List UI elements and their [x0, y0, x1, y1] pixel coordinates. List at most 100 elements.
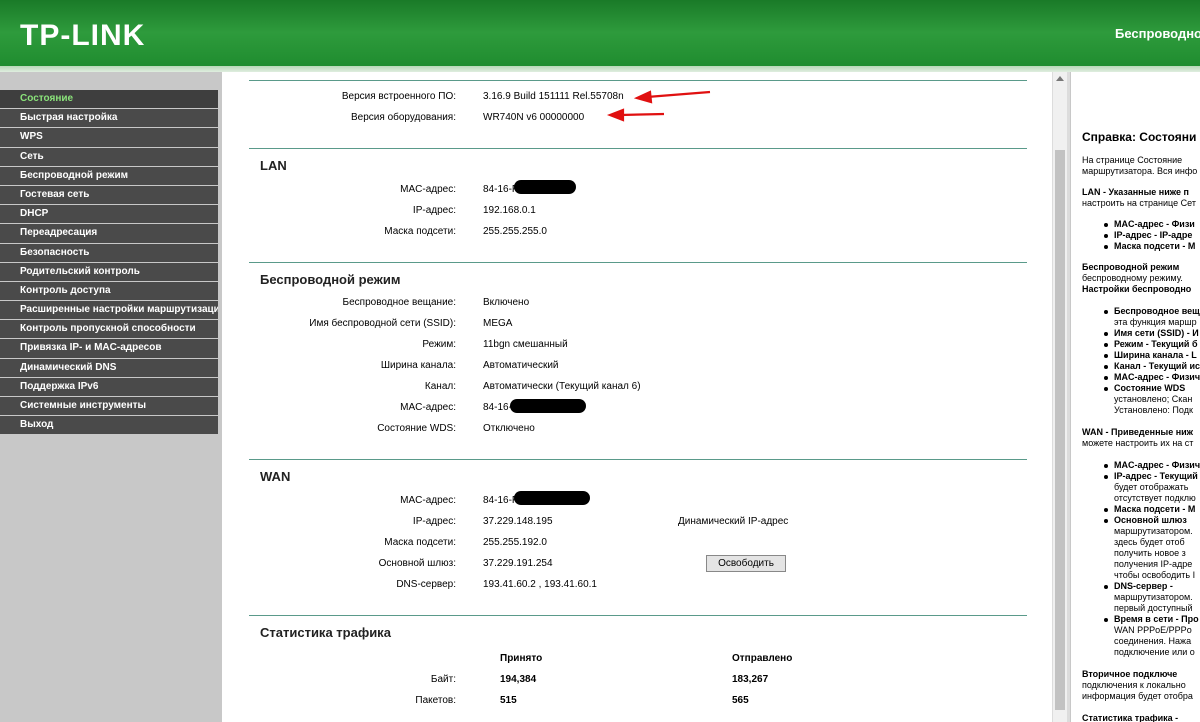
bullet-icon	[1104, 365, 1108, 369]
sidebar-item[interactable]: Привязка IP- и MAC-адресов	[0, 339, 218, 358]
help-text-line: WAN - Приведенные ниж	[1082, 427, 1194, 437]
traffic-section-title: Статистика трафика	[260, 625, 391, 640]
traffic-packets-received: 515	[500, 695, 517, 706]
wan-mac-value: 84-16-F	[483, 495, 519, 506]
wan-gateway-label: Основной шлюз:	[378, 558, 456, 569]
traffic-packets-sent: 565	[732, 695, 749, 706]
wan-ip-type: Динамический IP-адрес	[678, 516, 789, 527]
bullet-icon	[1104, 464, 1108, 468]
wireless-wds-label: Состояние WDS:	[377, 423, 456, 434]
bullet-icon	[1104, 376, 1108, 380]
help-text-line: MAC-адрес - Физич	[1114, 372, 1200, 382]
bullet-icon	[1104, 475, 1108, 479]
redaction-mark	[514, 491, 590, 505]
bullet-icon	[1104, 223, 1108, 227]
traffic-received-header: Принято	[500, 653, 543, 664]
lan-mask-value: 255.255.255.0	[483, 226, 547, 237]
help-text-line: соединения. Нажа	[1114, 636, 1192, 646]
help-text-line: подключение или о	[1114, 647, 1195, 657]
help-text-line: Статистика трафика -	[1082, 713, 1179, 722]
help-text-line: IP-адрес - Текущий	[1114, 471, 1198, 481]
sidebar-item[interactable]: Динамический DNS	[0, 358, 218, 377]
sidebar: Состояние Быстрая настройка WPS Сеть Беспров…	[0, 72, 222, 722]
traffic-bytes-received: 194,384	[500, 674, 537, 685]
wireless-width-label: Ширина канала:	[380, 360, 456, 371]
help-text-line: Маска подсети - М	[1114, 504, 1196, 514]
help-text-line: отсутствует подклю	[1114, 493, 1196, 503]
help-text-line: Беспроводной режим	[1082, 262, 1180, 272]
bullet-icon	[1104, 387, 1108, 391]
wan-mask-value: 255.255.192.0	[483, 537, 547, 548]
sidebar-item[interactable]: Выход	[0, 416, 218, 435]
redaction-mark	[510, 399, 586, 413]
bullet-icon	[1104, 310, 1108, 314]
help-text-line: здесь будет отоб	[1114, 537, 1185, 547]
sidebar-item[interactable]: DHCP	[0, 205, 218, 224]
wireless-mode-value: 11bgn смешанный	[483, 339, 568, 350]
wan-ip-label: IP-адрес:	[412, 516, 456, 527]
help-text-line: первый доступный	[1114, 603, 1193, 613]
wireless-channel-value: Автоматически (Текущий канал 6)	[483, 381, 641, 392]
sidebar-menu: Состояние Быстрая настройка WPS Сеть Беспров…	[0, 90, 218, 435]
wireless-broadcast-value: Включено	[483, 297, 530, 308]
help-text-line: информация будет отобра	[1082, 691, 1193, 701]
help-text-line: Режим - Текущий б	[1114, 339, 1198, 349]
help-text-line: подключения к локально	[1082, 680, 1186, 690]
header-banner: TP-LINK Беспроводно	[0, 0, 1200, 72]
wireless-section-title: Беспроводной режим	[260, 272, 401, 287]
bullet-icon	[1104, 354, 1108, 358]
sidebar-item[interactable]: Контроль доступа	[0, 281, 218, 301]
sidebar-item[interactable]: Расширенные настройки маршрутизации	[0, 301, 218, 320]
help-text-line: Маска подсети - М	[1114, 241, 1196, 251]
sidebar-item[interactable]: Системные инструменты	[0, 397, 218, 416]
help-text-line: маршрутизатором.	[1114, 526, 1193, 536]
lan-section-title: LAN	[260, 158, 287, 173]
bullet-icon	[1104, 234, 1108, 238]
scroll-thumb[interactable]	[1055, 150, 1065, 710]
wireless-ssid-value: MEGA	[483, 318, 513, 329]
wireless-mode-label: Режим:	[422, 339, 456, 350]
section-separator	[249, 262, 1027, 263]
arrow-hardware	[606, 108, 665, 122]
wireless-broadcast-label: Беспроводное вещание:	[342, 297, 456, 308]
bullet-icon	[1104, 618, 1108, 622]
sidebar-item[interactable]: Безопасность	[0, 243, 218, 262]
help-text-line: Имя сети (SSID) - И	[1114, 328, 1199, 338]
help-title: Справка: Состояни	[1082, 130, 1197, 144]
release-button[interactable]: Освободить	[706, 555, 786, 572]
bullet-icon	[1104, 519, 1108, 523]
help-text-line: Время в сети - Про	[1114, 614, 1199, 624]
sidebar-item[interactable]: Родительский контроль	[0, 262, 218, 281]
sidebar-item[interactable]: Контроль пропускной способности	[0, 320, 218, 339]
sidebar-item[interactable]: Поддержка IPv6	[0, 377, 218, 396]
sidebar-item[interactable]: WPS	[0, 128, 218, 147]
help-text-line: Беспроводное вещ	[1114, 306, 1200, 316]
sidebar-item[interactable]: Беспроводной режим	[0, 166, 218, 185]
scroll-up-arrow-icon[interactable]	[1056, 76, 1064, 81]
help-text-line: маршрутизатором.	[1114, 592, 1193, 602]
help-text-line: маршрутизатора. Вся инфо	[1082, 166, 1198, 176]
help-text-line: LAN - Указанные ниже п	[1082, 187, 1189, 197]
lan-mac-label: MAC-адрес:	[400, 184, 456, 195]
status-content: Версия встроенного ПО: 3.16.9 Build 1511…	[222, 72, 1052, 722]
help-text-line: Основной шлюз	[1114, 515, 1187, 525]
help-text-line: установлено; Скан	[1114, 394, 1193, 404]
wan-dns-value: 193.41.60.2 , 193.41.60.1	[483, 579, 597, 590]
traffic-packets-label: Пакетов:	[415, 695, 456, 706]
main-scrollbar[interactable]	[1052, 72, 1068, 722]
sidebar-item[interactable]: Гостевая сеть	[0, 185, 218, 205]
help-panel: Справка: Состояни На странице Состояние м…	[1070, 72, 1200, 722]
help-text-line: настроить на странице Сет	[1082, 198, 1196, 208]
help-text-line: WAN PPPoE/PPPo	[1114, 625, 1192, 635]
sidebar-item[interactable]: Переадресация	[0, 224, 218, 243]
sidebar-item[interactable]: Сеть	[0, 147, 218, 166]
red-arrows-annotation	[606, 90, 711, 122]
header-title: Беспроводно	[1115, 26, 1200, 41]
wan-dns-label: DNS-сервер:	[396, 579, 456, 590]
wireless-channel-label: Канал:	[424, 381, 456, 392]
sidebar-item[interactable]: Состояние	[0, 90, 218, 109]
section-separator	[249, 615, 1027, 616]
sidebar-item[interactable]: Быстрая настройка	[0, 109, 218, 128]
bullet-icon	[1104, 245, 1108, 249]
help-text-line: Вторичное подключе	[1082, 669, 1178, 679]
